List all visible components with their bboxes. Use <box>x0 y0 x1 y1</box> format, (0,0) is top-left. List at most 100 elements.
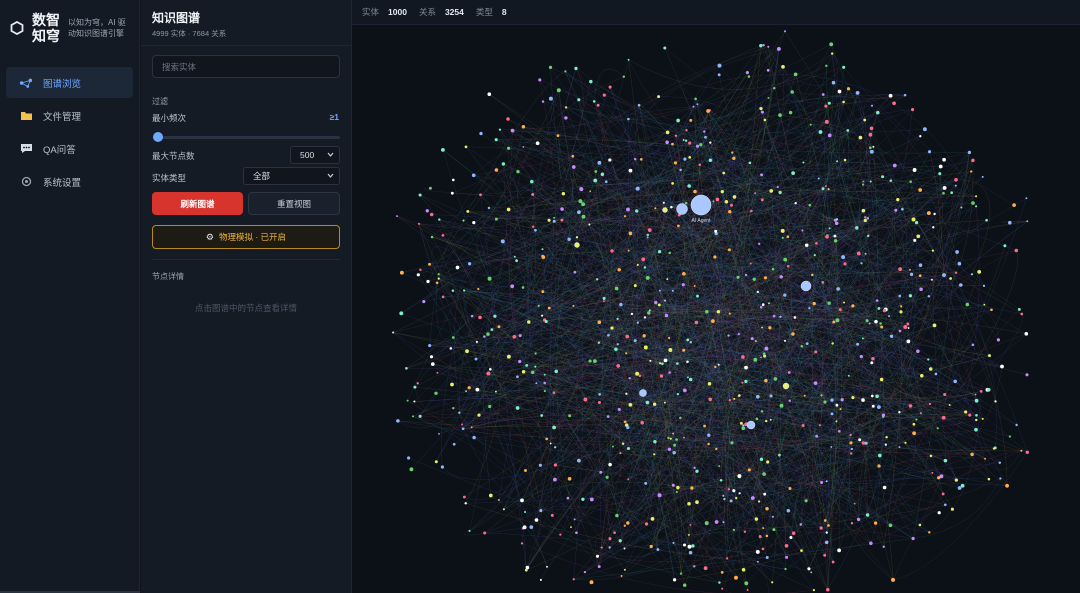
graph-node[interactable] <box>827 301 831 305</box>
graph-node[interactable] <box>948 404 951 406</box>
graph-node[interactable] <box>764 378 768 383</box>
graph-node[interactable] <box>759 44 763 48</box>
graph-node[interactable] <box>623 524 626 527</box>
graph-hub-node[interactable] <box>800 280 812 292</box>
graph-node[interactable] <box>671 142 674 146</box>
graph-node[interactable] <box>553 216 556 219</box>
graph-node[interactable] <box>869 149 874 154</box>
graph-node[interactable] <box>566 496 570 500</box>
graph-node[interactable] <box>766 68 770 72</box>
graph-node[interactable] <box>695 144 700 148</box>
graph-node[interactable] <box>468 529 471 532</box>
graph-node[interactable] <box>888 523 893 528</box>
graph-node[interactable] <box>683 543 686 547</box>
graph-node[interactable] <box>941 415 946 420</box>
graph-node[interactable] <box>761 303 765 306</box>
graph-node[interactable] <box>899 310 903 314</box>
graph-node[interactable] <box>870 394 874 398</box>
max-nodes-select[interactable]: 500 <box>290 146 340 164</box>
graph-node[interactable] <box>708 397 713 402</box>
graph-node[interactable] <box>779 315 782 318</box>
graph-node[interactable] <box>790 90 794 94</box>
graph-node[interactable] <box>614 286 619 291</box>
graph-node[interactable] <box>870 104 874 107</box>
graph-node[interactable] <box>735 497 738 500</box>
graph-node[interactable] <box>746 589 749 591</box>
graph-node[interactable] <box>600 172 605 177</box>
graph-node[interactable] <box>682 139 685 141</box>
graph-node[interactable] <box>597 565 601 569</box>
graph-node[interactable] <box>869 180 872 183</box>
graph-node[interactable] <box>889 334 894 339</box>
graph-node[interactable] <box>717 363 720 366</box>
graph-node[interactable] <box>750 337 754 341</box>
graph-node[interactable] <box>768 326 772 330</box>
graph-node[interactable] <box>639 157 643 161</box>
graph-node[interactable] <box>656 548 660 551</box>
graph-node[interactable] <box>635 209 639 213</box>
graph-node[interactable] <box>744 365 748 370</box>
graph-node[interactable] <box>918 274 922 278</box>
graph-node[interactable] <box>912 168 917 172</box>
graph-node[interactable] <box>783 30 787 33</box>
graph-node[interactable] <box>695 500 699 504</box>
graph-node[interactable] <box>686 338 690 342</box>
graph-node[interactable] <box>799 523 803 526</box>
graph-node[interactable] <box>1000 364 1004 369</box>
graph-node[interactable] <box>932 323 937 328</box>
graph-node[interactable] <box>513 255 516 258</box>
graph-node[interactable] <box>672 578 677 582</box>
graph-node[interactable] <box>762 472 766 476</box>
graph-node[interactable] <box>884 443 887 446</box>
graph-node[interactable] <box>859 354 863 359</box>
graph-node[interactable] <box>392 331 395 334</box>
graph-node[interactable] <box>788 486 792 491</box>
graph-node[interactable] <box>676 392 680 396</box>
nav-item-qa[interactable]: QA问答 <box>6 133 133 164</box>
graph-node[interactable] <box>399 270 404 275</box>
graph-node[interactable] <box>669 437 672 440</box>
graph-node[interactable] <box>841 255 846 260</box>
graph-node[interactable] <box>732 195 737 199</box>
graph-hub-node[interactable] <box>690 194 712 216</box>
graph-hub-node[interactable] <box>639 389 647 397</box>
graph-node[interactable] <box>727 248 731 252</box>
graph-node[interactable] <box>871 404 875 408</box>
graph-node[interactable] <box>745 71 749 75</box>
graph-node[interactable] <box>607 333 610 337</box>
graph-node[interactable] <box>578 199 583 204</box>
graph-node[interactable] <box>672 432 675 435</box>
graph-node[interactable] <box>616 364 621 368</box>
graph-node[interactable] <box>671 289 674 292</box>
graph-node[interactable] <box>823 400 827 404</box>
graph-node[interactable] <box>981 175 984 178</box>
graph-node[interactable] <box>428 262 431 266</box>
graph-node[interactable] <box>668 348 673 352</box>
graph-node[interactable] <box>813 381 818 385</box>
graph-node[interactable] <box>943 458 948 463</box>
graph-node[interactable] <box>543 373 546 376</box>
graph-node[interactable] <box>825 531 828 534</box>
graph-node[interactable] <box>830 445 833 448</box>
graph-node[interactable] <box>898 329 902 333</box>
graph-node[interactable] <box>936 427 939 430</box>
graph-node[interactable] <box>776 46 781 51</box>
graph-node[interactable] <box>861 183 865 186</box>
graph-node[interactable] <box>437 273 440 276</box>
graph-node[interactable] <box>604 180 608 184</box>
graph-node[interactable] <box>986 387 991 392</box>
graph-node[interactable] <box>541 255 546 259</box>
graph-node[interactable] <box>506 146 511 150</box>
graph-node[interactable] <box>602 296 606 300</box>
graph-node[interactable] <box>828 227 831 230</box>
graph-node[interactable] <box>518 359 522 364</box>
graph-node[interactable] <box>748 161 752 165</box>
graph-node[interactable] <box>465 349 469 354</box>
graph-node[interactable] <box>929 454 933 458</box>
graph-node[interactable] <box>964 410 968 414</box>
graph-node[interactable] <box>807 567 811 571</box>
graph-node[interactable] <box>819 526 823 530</box>
graph-node[interactable] <box>688 550 693 555</box>
graph-node[interactable] <box>673 161 677 165</box>
graph-node[interactable] <box>931 249 935 252</box>
